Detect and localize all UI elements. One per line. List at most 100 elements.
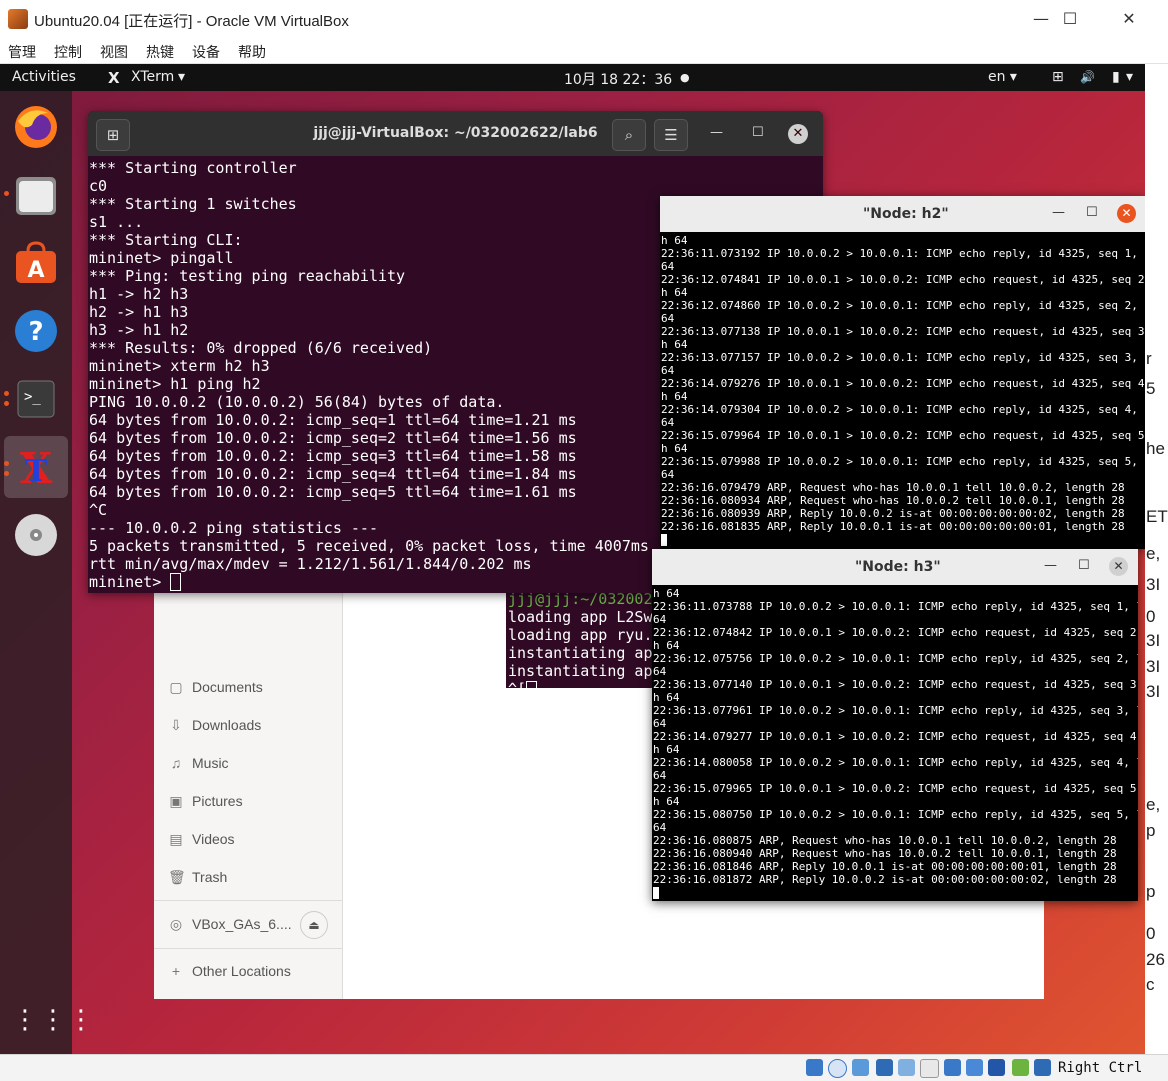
hdd-status-icon[interactable] xyxy=(806,1059,823,1076)
software-store-icon[interactable]: A xyxy=(12,239,60,287)
xterm-icon[interactable]: XT xyxy=(12,443,60,493)
ryu-terminal-window[interactable]: jjj@jjj:~/032002 loading app L2Sw loadin… xyxy=(506,588,656,688)
sidebar-item-downloads[interactable]: ⇩ Downloads xyxy=(168,717,261,734)
eject-icon[interactable]: ⏏ xyxy=(300,911,328,939)
network-icon[interactable]: ⊞ xyxy=(1052,69,1064,85)
tcpdump-line: 22:36:15.079965 IP 10.0.0.1 > 10.0.0.2: … xyxy=(653,782,1138,795)
terminal-minimize-button[interactable]: — xyxy=(710,125,723,140)
network-status-icon[interactable] xyxy=(876,1059,893,1076)
tcpdump-line: 64 xyxy=(653,613,667,626)
ryu-terminal-output: jjj@jjj:~/032002 loading app L2Sw loadin… xyxy=(508,590,653,688)
sidebar-item-documents[interactable]: ▢ Documents xyxy=(168,679,263,696)
host-background-strip: r 5 he ET e, 3I 0 3I 3I 3I e, p p 0 26 c xyxy=(1145,64,1168,1054)
optical-drive-icon[interactable] xyxy=(828,1059,847,1078)
terminal-line: s1 ... xyxy=(89,213,144,231)
mininet-terminal-output[interactable]: *** Starting controller c0 *** Starting 1 … xyxy=(89,159,649,591)
terminal-close-button[interactable]: ✕ xyxy=(788,124,808,144)
app-menu-label[interactable]: XTerm xyxy=(131,69,174,85)
node-h2-minimize-button[interactable]: — xyxy=(1052,205,1065,220)
tcpdump-line: 22:36:16.081846 ARP, Reply 10.0.0.1 is-a… xyxy=(653,860,1117,873)
menu-view[interactable]: 视图 xyxy=(100,42,128,62)
terminal-line: rtt min/avg/max/mdev = 1.212/1.561/1.844… xyxy=(89,555,532,573)
terminal-line: 64 bytes from 10.0.0.2: icmp_seq=3 ttl=6… xyxy=(89,447,577,465)
terminal-icon[interactable]: >_ xyxy=(12,375,60,423)
vbox-maximize-button[interactable]: ☐ xyxy=(1041,0,1099,38)
vt-x-status-icon[interactable] xyxy=(988,1059,1005,1076)
menu-hotkey[interactable]: 热键 xyxy=(146,42,174,62)
mouse-integration-icon[interactable] xyxy=(1012,1059,1029,1076)
menu-control[interactable]: 控制 xyxy=(54,42,82,62)
background-text-sliver: 0 xyxy=(1146,924,1156,943)
tcpdump-line: 22:36:16.080934 ARP, Request who-has 10.… xyxy=(661,494,1125,507)
node-h3-minimize-button[interactable]: — xyxy=(1044,558,1057,573)
node-h3-xterm-window[interactable]: "Node: h3" — ☐ ✕ h 64 22:36:11.073788 IP … xyxy=(652,549,1138,901)
tcpdump-line: 22:36:16.080875 ARP, Request who-has 10.… xyxy=(653,834,1117,847)
sidebar-item-trash[interactable]: 🗑 Trash xyxy=(168,869,227,886)
system-menu-chevron-icon[interactable]: ▾ xyxy=(1126,69,1133,85)
vbox-statusbar: Right Ctrl xyxy=(0,1054,1168,1081)
tcpdump-line: 64 xyxy=(653,665,667,678)
sidebar-item-label: Music xyxy=(192,755,229,771)
svg-text:?: ? xyxy=(28,317,43,347)
node-h2-maximize-button[interactable]: ☐ xyxy=(1086,205,1098,220)
recording-status-icon[interactable] xyxy=(966,1059,983,1076)
node-h3-close-button[interactable]: ✕ xyxy=(1109,557,1128,576)
xterm-app-icon: X xyxy=(108,69,120,87)
disc-icon[interactable] xyxy=(12,511,60,559)
tcpdump-line: 22:36:13.077140 IP 10.0.0.1 > 10.0.0.2: … xyxy=(653,678,1138,691)
tcpdump-line: 64 xyxy=(661,260,675,273)
node-h2-close-button[interactable]: ✕ xyxy=(1117,204,1136,223)
menu-manage[interactable]: 管理 xyxy=(8,42,36,62)
tcpdump-line: 22:36:16.081872 ARP, Reply 10.0.0.2 is-a… xyxy=(653,873,1117,886)
show-apps-grid-icon[interactable]: ⋮⋮⋮ xyxy=(12,996,94,1044)
terminal-maximize-button[interactable]: ☐ xyxy=(752,125,764,140)
language-selector[interactable]: en ▾ xyxy=(988,69,1017,85)
vbox-close-button[interactable]: ✕ xyxy=(1100,0,1158,38)
tcpdump-line: 64 xyxy=(653,821,667,834)
audio-status-icon[interactable] xyxy=(852,1059,869,1076)
search-icon[interactable]: ⌕ xyxy=(612,119,646,151)
display-status-icon[interactable] xyxy=(944,1059,961,1076)
node-h3-output[interactable]: h 64 22:36:11.073788 IP 10.0.0.2 > 10.0.0… xyxy=(653,587,1138,899)
guest-desktop: Activities X XTerm ▾ 10月 18 22：36 ● en ▾… xyxy=(0,64,1145,1054)
activities-button[interactable]: Activities xyxy=(12,69,76,85)
node-h2-xterm-window[interactable]: "Node: h2" — ☐ ✕ h 64 22:36:11.073192 IP … xyxy=(660,196,1145,549)
prompt-line: mininet> xyxy=(89,573,649,591)
sidebar-item-pictures[interactable]: ▣ Pictures xyxy=(168,793,242,810)
volume-icon[interactable]: 🔊 xyxy=(1080,70,1095,84)
hamburger-menu-icon[interactable]: ☰ xyxy=(654,119,688,151)
tcpdump-line: 22:36:14.079277 IP 10.0.0.1 > 10.0.0.2: … xyxy=(653,730,1138,743)
terminal-line: ^C xyxy=(89,501,108,519)
sidebar-item-label: Other Locations xyxy=(192,963,291,979)
firefox-icon[interactable] xyxy=(12,103,60,151)
sidebar-item-label: Documents xyxy=(192,679,263,695)
tcpdump-line: 64 xyxy=(661,364,675,377)
sidebar-item-vbox-drive[interactable]: ◎ VBox_GAs_6.... xyxy=(168,916,292,933)
tcpdump-line: h 64 xyxy=(661,442,688,455)
help-icon[interactable]: ? xyxy=(12,307,60,355)
vbox-window-title: Ubuntu20.04 [正在运行] - Oracle VM VirtualBo… xyxy=(34,13,349,30)
node-h2-output[interactable]: h 64 22:36:11.073192 IP 10.0.0.2 > 10.0.0… xyxy=(661,234,1145,546)
menu-devices[interactable]: 设备 xyxy=(192,42,220,62)
files-sidebar: ▢ Documents ⇩ Downloads ♫ Music ▣ Pictures ▤… xyxy=(154,587,343,999)
tcpdump-line: 22:36:14.080058 IP 10.0.0.2 > 10.0.0.1: … xyxy=(653,756,1138,769)
tcpdump-line: 22:36:16.080940 ARP, Request who-has 10.… xyxy=(653,847,1117,860)
tcpdump-line: 22:36:15.079988 IP 10.0.0.2 > 10.0.0.1: … xyxy=(661,455,1145,468)
sidebar-item-other-locations[interactable]: + Other Locations xyxy=(168,963,291,979)
sidebar-item-music[interactable]: ♫ Music xyxy=(168,755,229,771)
menu-help[interactable]: 帮助 xyxy=(238,42,266,62)
tcpdump-line: 22:36:11.073192 IP 10.0.0.2 > 10.0.0.1: … xyxy=(661,247,1145,260)
node-h3-maximize-button[interactable]: ☐ xyxy=(1078,558,1090,573)
shared-folder-icon[interactable] xyxy=(920,1059,939,1078)
xterm-cursor xyxy=(653,887,659,899)
keyboard-capture-icon[interactable] xyxy=(1034,1059,1051,1076)
tcpdump-line: 22:36:14.079304 IP 10.0.0.2 > 10.0.0.1: … xyxy=(661,403,1145,416)
sidebar-item-videos[interactable]: ▤ Videos xyxy=(168,831,234,848)
battery-icon[interactable]: ▮ xyxy=(1112,69,1120,85)
files-icon[interactable] xyxy=(12,171,60,219)
terminal-line: --- 10.0.0.2 ping statistics --- xyxy=(89,519,378,537)
plus-icon: + xyxy=(171,963,181,979)
clock[interactable]: 10月 18 22：36 xyxy=(564,69,672,89)
usb-status-icon[interactable] xyxy=(898,1059,915,1076)
tcpdump-line: 22:36:16.080939 ARP, Reply 10.0.0.2 is-a… xyxy=(661,507,1125,520)
